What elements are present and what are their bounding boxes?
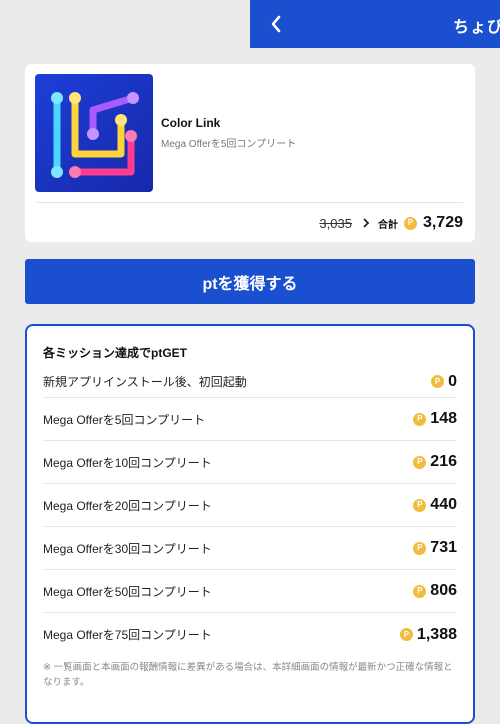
app-subtitle: Mega Offerを5回コンプリート (161, 139, 297, 150)
chevron-left-icon (271, 15, 281, 33)
mission-reward: P 1,388 (399, 625, 457, 644)
mission-row: Mega Offerを10回コンプリート P 216 (43, 441, 457, 484)
divider (37, 202, 463, 203)
chevron-right-icon (362, 217, 370, 229)
mission-points: 440 (430, 496, 457, 513)
mission-points: 806 (430, 582, 457, 599)
point-coin-icon: P (413, 498, 427, 512)
mission-panel: 各ミッション達成でptGET 新規アプリインストール後、初回起動 P 0 Meg… (25, 324, 475, 724)
mission-reward: P 440 (413, 496, 457, 514)
mission-label: Mega Offerを20回コンプリート (43, 498, 212, 513)
mission-points: 731 (430, 539, 457, 556)
total-points: 3,729 (422, 214, 463, 231)
price-row: 3,035 合計 P 3,729 (319, 212, 463, 234)
mission-row: Mega Offerを5回コンプリート P 148 (43, 398, 457, 441)
mission-label: Mega Offerを75回コンプリート (43, 628, 212, 642)
mission-reward: P 148 (413, 410, 457, 428)
mission-label: Mega Offerを30回コンプリート (43, 541, 212, 556)
mission-row: Mega Offerを20回コンプリート P 440 (43, 484, 457, 527)
mission-points: 148 (430, 410, 457, 427)
point-coin-icon: P (403, 216, 417, 230)
page-title: ちょびリッチ (453, 19, 500, 36)
top-bar: ちょびリッチ (250, 0, 500, 48)
point-coin-icon: P (413, 455, 427, 469)
point-coin-icon: P (413, 412, 427, 426)
get-points-button[interactable]: ptを獲得する (25, 259, 475, 304)
mission-reward: P 731 (413, 539, 457, 557)
mission-row: 新規アプリインストール後、初回起動 P 0 (43, 366, 457, 398)
point-coin-icon: P (399, 628, 413, 641)
mission-label: Mega Offerを50回コンプリート (43, 584, 212, 599)
mission-row: Mega Offerを50回コンプリート P 806 (43, 570, 457, 613)
mission-row: Mega Offerを75回コンプリート P 1,388 (43, 613, 457, 656)
mission-reward: P 216 (413, 453, 457, 471)
mission-label: 新規アプリインストール後、初回起動 (43, 375, 247, 389)
disclaimer-note: ※ 一覧画面と本画面の報酬情報に差異がある場合は、本詳細画面の情報が最新かつ正確… (43, 662, 453, 688)
point-coin-icon: P (431, 375, 445, 388)
mission-label: Mega Offerを10回コンプリート (43, 455, 212, 470)
point-coin-icon: P (413, 541, 427, 555)
mission-reward: P 0 (431, 373, 457, 391)
total-label: 合計 (377, 219, 398, 231)
back-button[interactable] (264, 12, 288, 36)
app-icon (35, 74, 153, 192)
mission-row: Mega Offerを30回コンプリート P 731 (43, 527, 457, 570)
mission-points: 1,388 (416, 625, 457, 643)
mission-points: 216 (430, 453, 457, 470)
mission-list: 新規アプリインストール後、初回起動 P 0 Mega Offerを5回コンプリー… (43, 366, 457, 656)
mission-points: 0 (448, 372, 457, 390)
old-price: 3,035 (319, 215, 352, 231)
point-coin-icon: P (413, 584, 427, 598)
app-card: Color Link Mega Offerを5回コンプリート 3,035 合計 … (25, 64, 475, 242)
mission-title: 各ミッション達成でptGET (43, 346, 187, 360)
app-name: Color Link (161, 116, 221, 130)
mission-reward: P 806 (413, 582, 457, 600)
mission-label: Mega Offerを5回コンプリート (43, 412, 206, 427)
